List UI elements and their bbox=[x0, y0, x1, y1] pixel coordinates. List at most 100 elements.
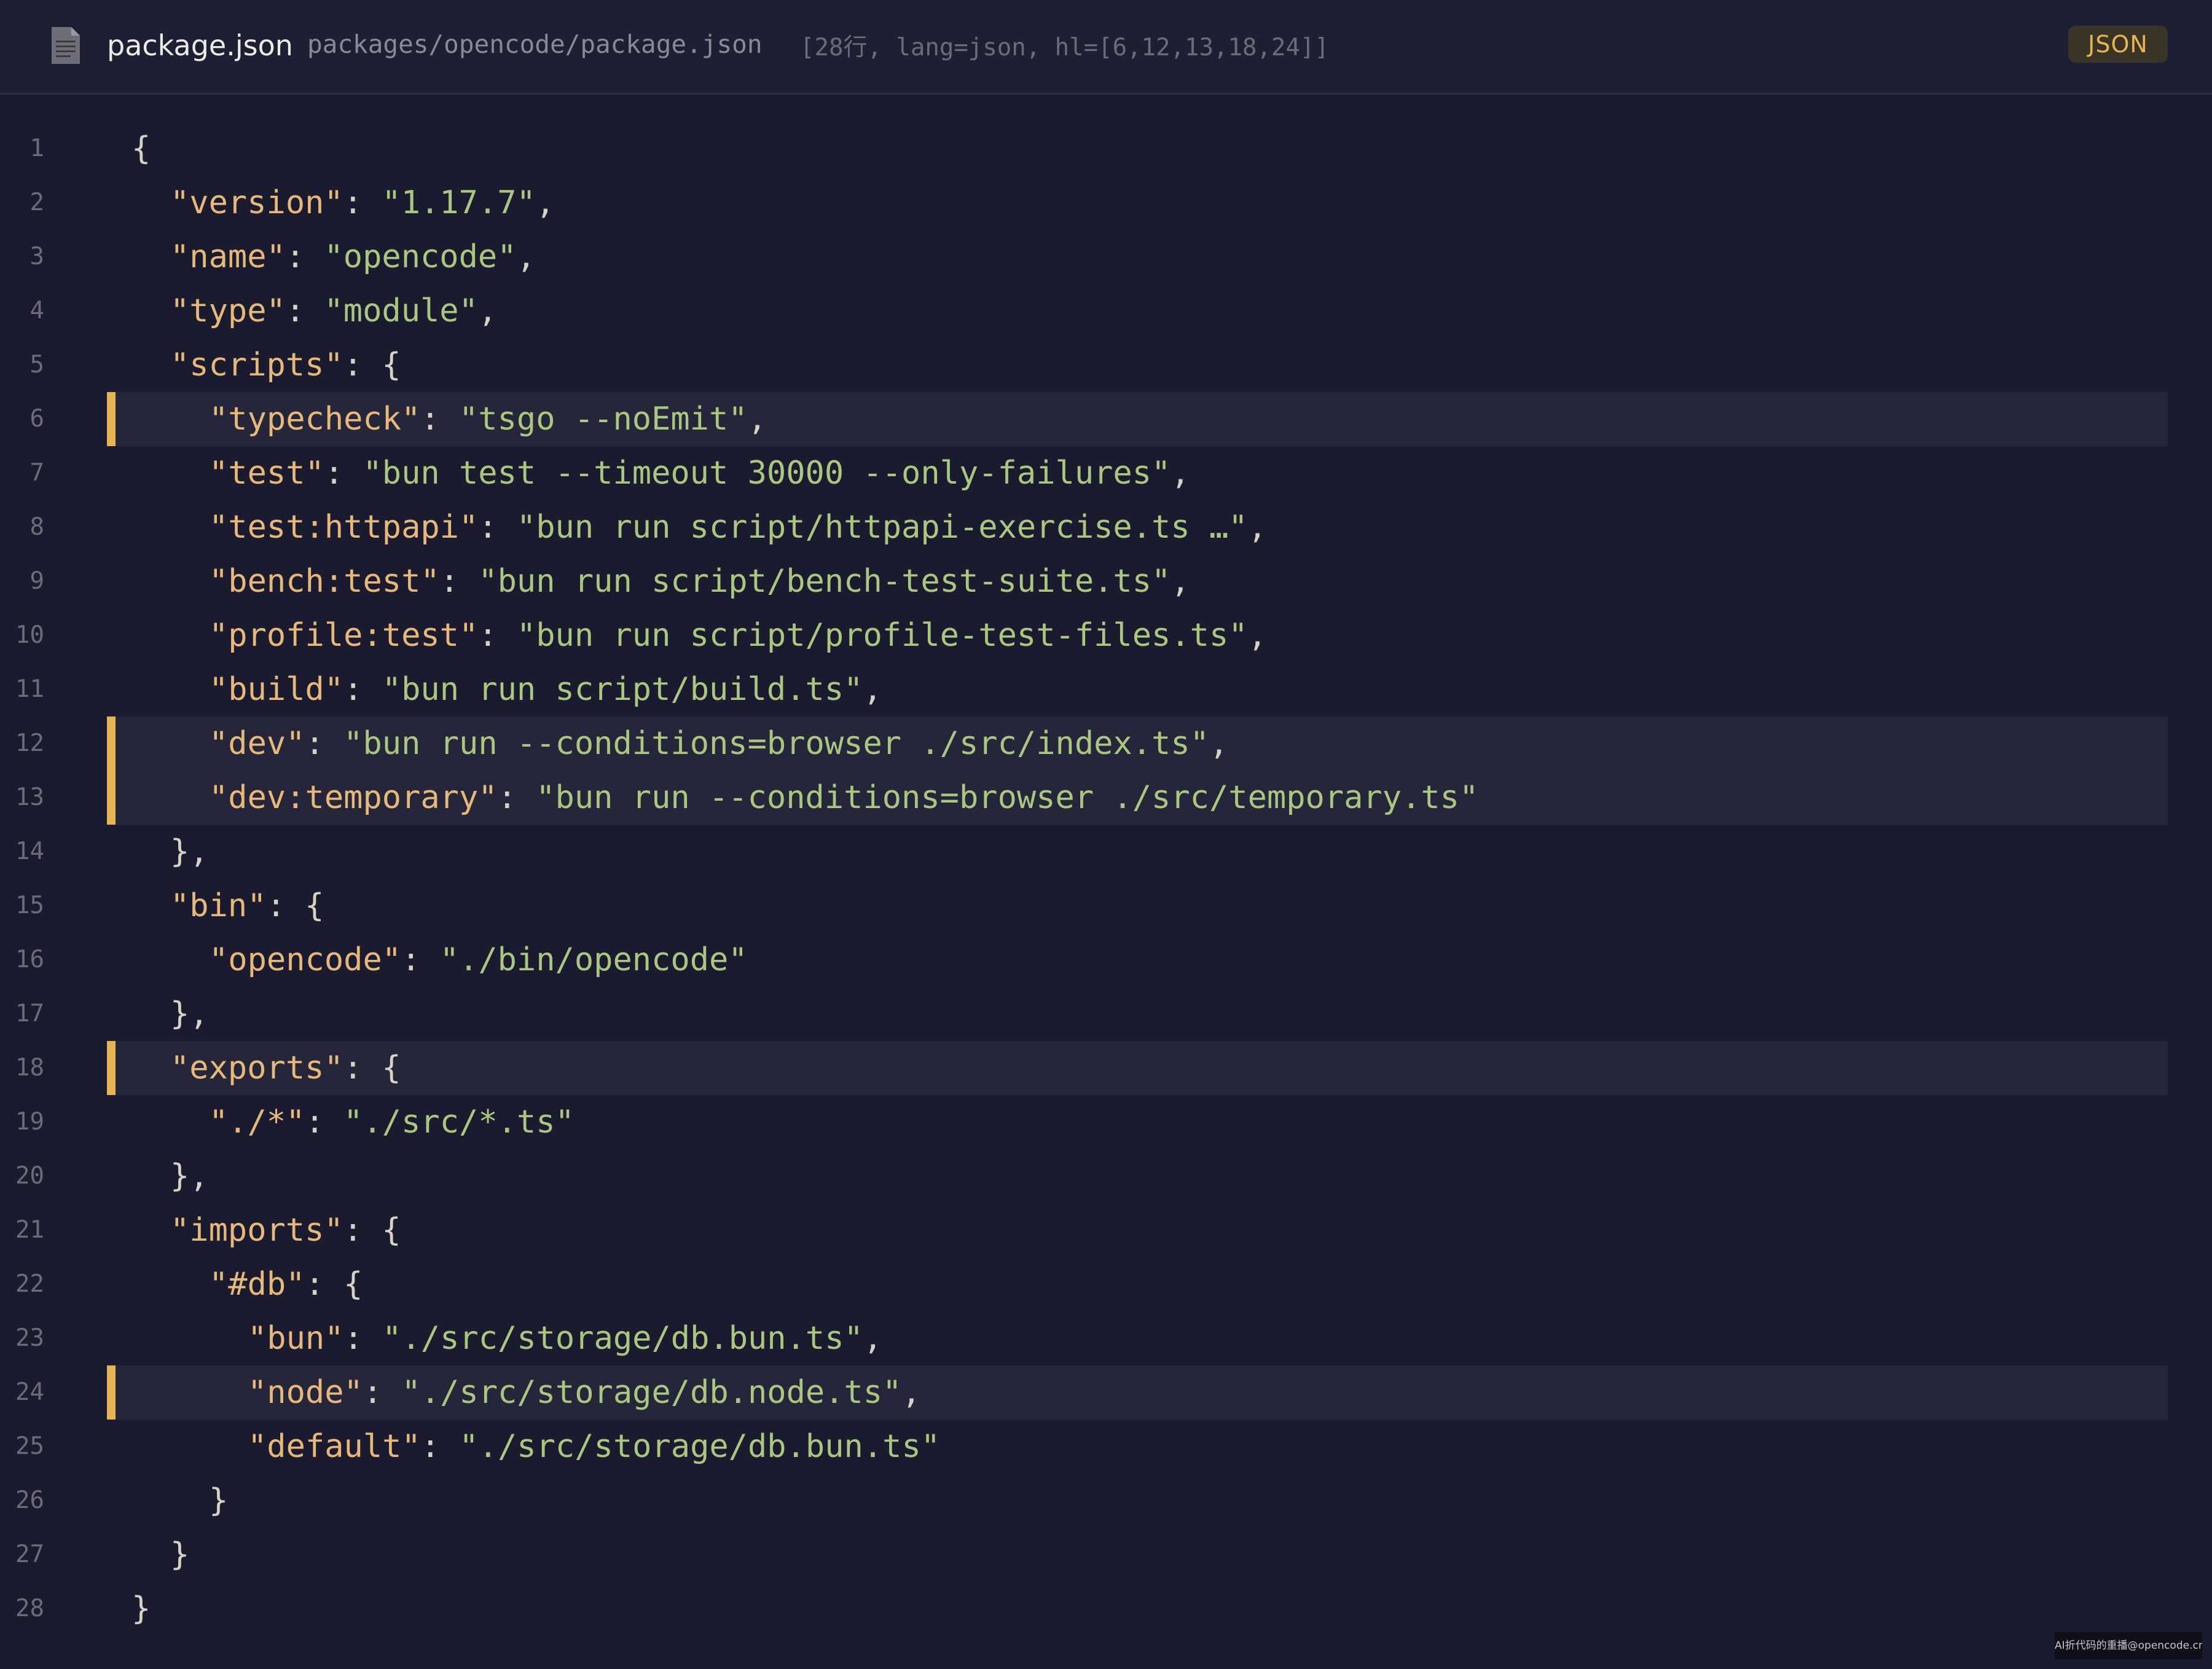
line-source: "./*": "./src/*.ts" bbox=[209, 1095, 575, 1149]
line-number: 17 bbox=[15, 1000, 44, 1027]
line-highlight bbox=[107, 1041, 2168, 1095]
language-badge: JSON bbox=[2068, 26, 2168, 63]
line-source: "test:httpapi": "bun run script/httpapi-… bbox=[209, 500, 1267, 554]
line-number: 2 bbox=[29, 189, 44, 216]
json-punctuation: , bbox=[1247, 617, 1267, 654]
line-number: 1 bbox=[29, 135, 44, 162]
json-key: "default" bbox=[248, 1428, 421, 1465]
code-line: 26} bbox=[0, 1474, 2212, 1528]
json-punctuation: , bbox=[535, 184, 555, 221]
highlight-marker bbox=[107, 771, 116, 825]
line-source: "dev:temporary": "bun run --conditions=b… bbox=[209, 771, 1478, 825]
code-line: 28} bbox=[0, 1582, 2212, 1636]
json-key: "#db" bbox=[209, 1266, 305, 1303]
json-key: "bin" bbox=[170, 887, 267, 924]
code-line: 12 "dev": "bun run --conditions=browser .… bbox=[0, 717, 2212, 771]
line-source: "test": "bun test --timeout 30000 --only… bbox=[209, 446, 1190, 500]
json-key: "bun" bbox=[248, 1320, 344, 1357]
highlight-marker bbox=[107, 1041, 116, 1095]
json-punctuation: , bbox=[1171, 455, 1190, 492]
json-string: "./src/storage/db.bun.ts" bbox=[382, 1320, 863, 1357]
line-number: 14 bbox=[15, 838, 44, 865]
line-number: 15 bbox=[15, 892, 44, 919]
code-line: 5 "scripts": { bbox=[0, 338, 2212, 392]
json-punctuation: : bbox=[420, 1428, 460, 1465]
line-source: "#db": { bbox=[209, 1257, 363, 1311]
json-string: "./src/storage/db.bun.ts" bbox=[459, 1428, 941, 1465]
line-source: "bin": { bbox=[170, 879, 324, 933]
json-punctuation: , bbox=[1209, 725, 1229, 762]
file-meta: [28行, lang=json, hl=[6,12,13,18,24]] bbox=[800, 34, 1329, 61]
watermark: AI折代码的重播@opencode.cn bbox=[2055, 1632, 2202, 1659]
json-key: "exports" bbox=[170, 1050, 343, 1086]
code-line: 20}, bbox=[0, 1149, 2212, 1203]
json-string: "opencode" bbox=[324, 238, 517, 275]
json-punctuation: : bbox=[305, 1104, 344, 1141]
code-line: 18 "exports": { bbox=[0, 1041, 2212, 1095]
json-punctuation: : bbox=[324, 455, 363, 492]
json-punctuation: : bbox=[401, 941, 440, 978]
line-source: "opencode": "./bin/opencode" bbox=[209, 933, 748, 987]
code-line: 17}, bbox=[0, 987, 2212, 1041]
highlight-marker bbox=[107, 717, 116, 771]
line-number: 13 bbox=[15, 783, 44, 811]
json-punctuation: , bbox=[477, 293, 498, 329]
json-punctuation: } bbox=[209, 1482, 229, 1519]
json-key: "dev" bbox=[209, 725, 305, 762]
json-punctuation: }, bbox=[170, 996, 209, 1032]
json-punctuation: : { bbox=[266, 887, 324, 924]
code-line: 25 "default": "./src/storage/db.bun.ts" bbox=[0, 1420, 2212, 1474]
line-source: } bbox=[131, 1582, 151, 1636]
json-punctuation: : bbox=[439, 563, 479, 600]
json-punctuation: } bbox=[131, 1590, 151, 1627]
json-key: "dev:temporary" bbox=[209, 779, 498, 816]
json-punctuation: : { bbox=[343, 1050, 401, 1086]
line-source: "typecheck": "tsgo --noEmit", bbox=[209, 392, 767, 446]
line-source: "scripts": { bbox=[170, 338, 401, 392]
line-number: 9 bbox=[29, 567, 44, 595]
json-string: "bun run script/build.ts" bbox=[382, 671, 863, 708]
code-viewer-window: package.json packages/opencode/package.j… bbox=[0, 0, 2212, 1669]
json-punctuation: , bbox=[1247, 509, 1267, 546]
json-punctuation: : bbox=[285, 238, 324, 275]
code-line: 13 "dev:temporary": "bun run --conditions… bbox=[0, 771, 2212, 825]
line-number: 25 bbox=[15, 1432, 44, 1460]
json-punctuation: : bbox=[285, 293, 324, 329]
code-line: 16 "opencode": "./bin/opencode" bbox=[0, 933, 2212, 987]
json-punctuation: }, bbox=[170, 1158, 209, 1195]
json-key: "typecheck" bbox=[209, 401, 421, 438]
json-punctuation: : bbox=[420, 401, 459, 438]
json-punctuation: }, bbox=[170, 833, 209, 870]
code-line: 19 "./*": "./src/*.ts" bbox=[0, 1095, 2212, 1149]
json-key: "node" bbox=[248, 1374, 363, 1411]
line-number: 3 bbox=[29, 243, 44, 270]
line-number: 27 bbox=[15, 1541, 44, 1568]
json-key: "test:httpapi" bbox=[209, 509, 479, 546]
line-number: 6 bbox=[29, 405, 44, 433]
json-string: "bun test --timeout 30000 --only-failure… bbox=[363, 455, 1171, 492]
json-punctuation: : bbox=[343, 184, 382, 221]
code-line: 22 "#db": { bbox=[0, 1257, 2212, 1311]
code-line: 2 "version": "1.17.7", bbox=[0, 176, 2212, 230]
json-punctuation: { bbox=[131, 130, 151, 167]
code-line: 24 "node": "./src/storage/db.node.ts", bbox=[0, 1365, 2212, 1420]
code-line: 10 "profile:test": "bun run script/profil… bbox=[0, 608, 2212, 662]
json-punctuation: , bbox=[516, 238, 536, 275]
line-source: } bbox=[170, 1528, 189, 1582]
json-key: "name" bbox=[170, 238, 286, 275]
json-punctuation: : bbox=[343, 1320, 383, 1357]
line-number: 22 bbox=[15, 1270, 44, 1298]
json-punctuation: , bbox=[747, 401, 767, 438]
line-number: 8 bbox=[29, 513, 44, 541]
code-line: 14}, bbox=[0, 825, 2212, 879]
json-string: "bun run script/profile-test-files.ts" bbox=[516, 617, 1248, 654]
json-punctuation: : { bbox=[343, 1212, 401, 1249]
json-key: "build" bbox=[209, 671, 344, 708]
json-punctuation: : bbox=[497, 779, 536, 816]
code-line: 23 "bun": "./src/storage/db.bun.ts", bbox=[0, 1311, 2212, 1365]
json-punctuation: : bbox=[343, 671, 382, 708]
line-source: "node": "./src/storage/db.node.ts", bbox=[248, 1365, 921, 1420]
json-punctuation: , bbox=[863, 1320, 883, 1357]
line-number: 4 bbox=[29, 297, 44, 324]
line-number: 20 bbox=[15, 1162, 44, 1190]
